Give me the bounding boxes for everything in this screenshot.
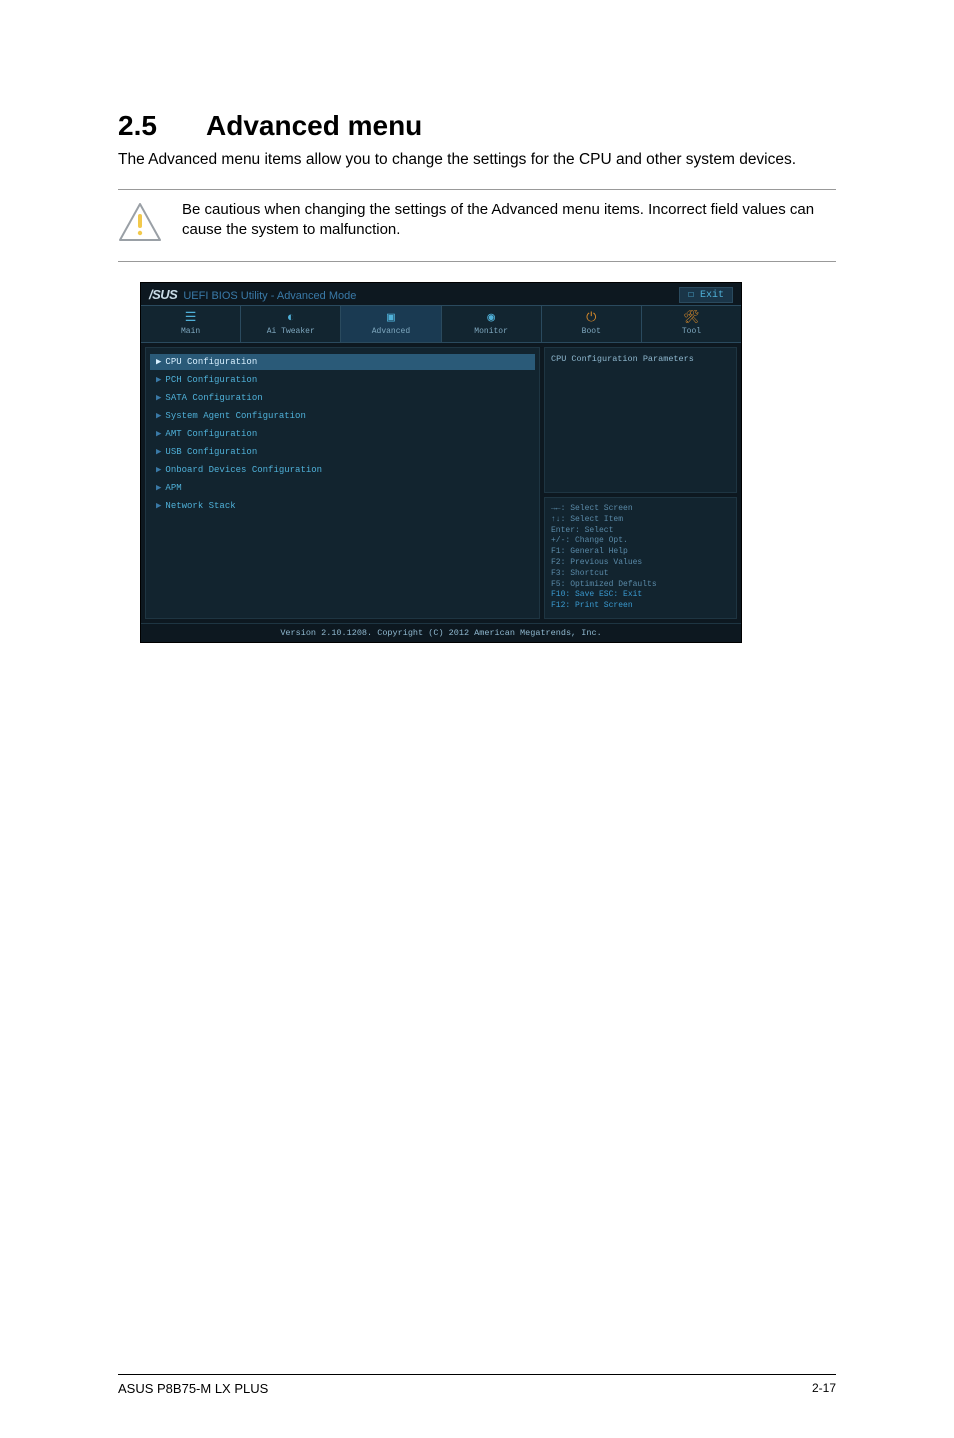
section-title: Advanced menu	[206, 110, 422, 141]
menu-apm[interactable]: ▶ APM	[150, 480, 535, 496]
chevron-right-icon: ▶	[156, 375, 161, 385]
menu-label: Network Stack	[165, 501, 235, 511]
bios-screenshot: /SUS UEFI BIOS Utility - Advanced Mode ☐…	[140, 282, 742, 643]
key-line: ↑↓: Select Item	[551, 515, 730, 526]
bios-right-panel: CPU Configuration Parameters →←: Select …	[544, 347, 737, 619]
key-line: F2: Previous Values	[551, 558, 730, 569]
tab-advanced-label: Advanced	[372, 327, 410, 336]
caution-block: Be cautious when changing the settings o…	[118, 189, 836, 262]
asus-logo: /SUS	[149, 287, 177, 302]
menu-network-stack[interactable]: ▶ Network Stack	[150, 498, 535, 514]
menu-sata-configuration[interactable]: ▶ SATA Configuration	[150, 390, 535, 406]
page-footer: ASUS P8B75-M LX PLUS 2-17	[118, 1374, 836, 1396]
tab-advanced[interactable]: ▣ Advanced	[341, 306, 441, 342]
key-line: +/-: Change Opt.	[551, 536, 730, 547]
menu-onboard-devices[interactable]: ▶ Onboard Devices Configuration	[150, 462, 535, 478]
menu-label: Onboard Devices Configuration	[165, 465, 322, 475]
tool-icon: 🛠	[642, 310, 741, 324]
menu-label: APM	[165, 483, 181, 493]
power-icon: ⏻	[542, 310, 641, 324]
exit-label: Exit	[700, 290, 724, 301]
chevron-right-icon: ▶	[156, 429, 161, 439]
bios-titlebar: /SUS UEFI BIOS Utility - Advanced Mode ☐…	[141, 283, 741, 305]
menu-pch-configuration[interactable]: ▶ PCH Configuration	[150, 372, 535, 388]
menu-system-agent-configuration[interactable]: ▶ System Agent Configuration	[150, 408, 535, 424]
key-line: F1: General Help	[551, 547, 730, 558]
tab-monitor-label: Monitor	[474, 327, 508, 336]
tab-tool-label: Tool	[682, 327, 701, 336]
chevron-right-icon: ▶	[156, 465, 161, 475]
section-number: 2.5	[118, 110, 206, 142]
tab-main[interactable]: ☰ Main	[141, 306, 241, 342]
footer-model: ASUS P8B75-M LX PLUS	[118, 1381, 268, 1396]
key-line: F3: Shortcut	[551, 569, 730, 580]
monitor-icon: ◉	[442, 310, 541, 324]
tab-ai-label: Ai Tweaker	[267, 327, 315, 336]
tab-main-label: Main	[181, 327, 200, 336]
intro-paragraph: The Advanced menu items allow you to cha…	[118, 150, 836, 171]
tab-boot-label: Boot	[582, 327, 601, 336]
gauge-icon: ◐	[241, 310, 340, 324]
caution-text: Be cautious when changing the settings o…	[182, 200, 836, 241]
footer-page-number: 2-17	[812, 1381, 836, 1396]
chip-icon: ▣	[341, 310, 440, 324]
chevron-right-icon: ▶	[156, 483, 161, 493]
key-line: F12: Print Screen	[551, 601, 730, 612]
chevron-right-icon: ▶	[156, 501, 161, 511]
bios-tab-bar: ☰ Main ◐ Ai Tweaker ▣ Advanced ◉ Monitor…	[141, 305, 741, 343]
key-line: F5: Optimized Defaults	[551, 580, 730, 591]
key-line: F10: Save ESC: Exit	[551, 590, 730, 601]
menu-cpu-configuration[interactable]: ▶ CPU Configuration	[150, 354, 535, 370]
exit-icon: ☐	[688, 290, 700, 301]
menu-label: PCH Configuration	[165, 375, 257, 385]
tab-tool[interactable]: 🛠 Tool	[642, 306, 741, 342]
tab-ai-tweaker[interactable]: ◐ Ai Tweaker	[241, 306, 341, 342]
menu-usb-configuration[interactable]: ▶ USB Configuration	[150, 444, 535, 460]
bios-title: UEFI BIOS Utility - Advanced Mode	[183, 290, 356, 302]
caution-icon	[118, 200, 162, 247]
bios-menu-panel: ▶ CPU Configuration ▶ PCH Configuration ▶ S…	[145, 347, 540, 619]
key-line: →←: Select Screen	[551, 504, 730, 515]
menu-label: CPU Configuration	[165, 357, 257, 367]
chevron-right-icon: ▶	[156, 357, 161, 367]
chevron-right-icon: ▶	[156, 411, 161, 421]
help-text: CPU Configuration Parameters	[544, 347, 737, 493]
key-line: Enter: Select	[551, 526, 730, 537]
list-icon: ☰	[141, 310, 240, 324]
chevron-right-icon: ▶	[156, 447, 161, 457]
tab-boot[interactable]: ⏻ Boot	[542, 306, 642, 342]
menu-label: System Agent Configuration	[165, 411, 305, 421]
menu-label: USB Configuration	[165, 447, 257, 457]
chevron-right-icon: ▶	[156, 393, 161, 403]
tab-monitor[interactable]: ◉ Monitor	[442, 306, 542, 342]
exit-button[interactable]: ☐ Exit	[679, 287, 733, 303]
bios-version-footer: Version 2.10.1208. Copyright (C) 2012 Am…	[141, 623, 741, 642]
menu-label: AMT Configuration	[165, 429, 257, 439]
bios-body: ▶ CPU Configuration ▶ PCH Configuration ▶ S…	[141, 343, 741, 623]
key-help-box: →←: Select Screen ↑↓: Select Item Enter:…	[544, 497, 737, 619]
menu-label: SATA Configuration	[165, 393, 262, 403]
menu-amt-configuration[interactable]: ▶ AMT Configuration	[150, 426, 535, 442]
section-heading: 2.5Advanced menu	[118, 110, 836, 142]
